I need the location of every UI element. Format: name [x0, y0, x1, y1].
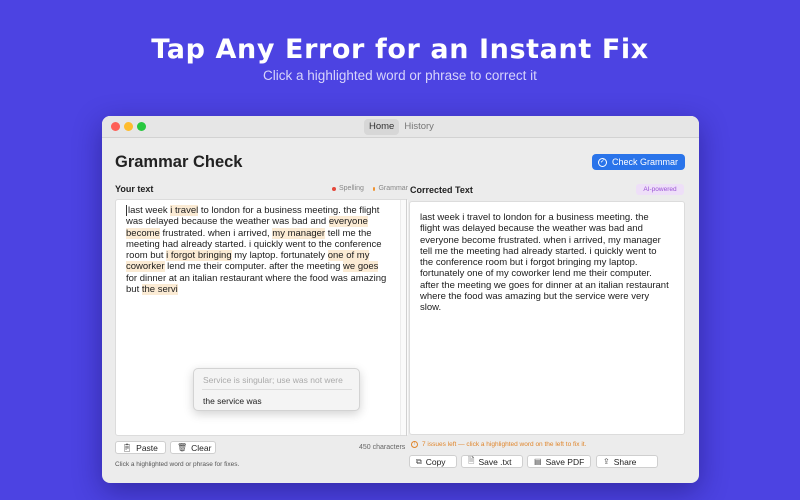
grammar-issue-highlight[interactable]: everyone	[328, 216, 368, 228]
text-caret	[126, 205, 127, 216]
input-line: room but i forgot bringing my laptop. fo…	[126, 250, 386, 262]
input-text-segment: but	[126, 284, 142, 296]
grammar-issue-highlight[interactable]: i travel	[170, 205, 199, 216]
grammar-issue-highlight[interactable]: we goes	[343, 261, 379, 273]
paste-button[interactable]: 📋︎ Paste	[115, 441, 166, 454]
input-text-segment: room but	[126, 250, 167, 262]
input-text-segment: lend me their computer. after the meetin…	[164, 261, 344, 273]
save-txt-button[interactable]: 🗎 Save .txt	[461, 455, 523, 468]
input-line: for dinner at an italian restaurant wher…	[126, 273, 386, 284]
legend-grammar: Grammar	[373, 185, 408, 192]
share-icon: ⇪	[603, 457, 610, 466]
corrected-line: where the food was amazing but the servi…	[420, 291, 650, 303]
input-line: was delayed because the weather was bad …	[126, 216, 386, 228]
input-text-segment: was delayed because the weather was bad …	[126, 216, 329, 228]
input-text-segment: to london for a business meeting. the fl…	[198, 205, 380, 216]
input-line: last week i travel to london for a busin…	[126, 205, 386, 216]
input-text-editor[interactable]: last week i travel to london for a busin…	[115, 199, 408, 436]
corrected-line: last week i travel to london for a busin…	[420, 212, 649, 223]
input-line: but the servi	[126, 284, 386, 296]
copy-icon: ⧉	[416, 456, 422, 466]
issues-status: ! 7 issues left — click a highlighted wo…	[411, 441, 586, 448]
corrected-line: the conference room but i forgot bringin…	[420, 257, 638, 269]
hero-title: Tap Any Error for an Instant Fix	[151, 34, 649, 65]
ai-powered-badge: AI-powered	[636, 184, 684, 195]
suggestion-item[interactable]: the service was	[203, 396, 262, 406]
minimize-window-button[interactable]	[124, 122, 133, 131]
clipboard-icon: 📋︎	[122, 443, 133, 452]
input-line: meeting had already started. i quickly w…	[126, 239, 386, 250]
corrected-line: fortunately one of my coworker lend me t…	[420, 268, 652, 280]
tab-history[interactable]: History	[399, 119, 439, 135]
grammar-issue-highlight[interactable]: the servi	[141, 284, 178, 296]
corrected-text-label: Corrected Text	[410, 185, 473, 195]
grammar-issue-highlight[interactable]: i forgot bringing	[166, 250, 232, 262]
title-bar: Home History	[102, 116, 699, 138]
corrected-text: last week i travel to london for a busin…	[420, 212, 669, 314]
suggestion-hint: Service is singular; use was not were	[203, 375, 343, 385]
zoom-window-button[interactable]	[137, 122, 146, 131]
input-text-segment: tell me the	[325, 227, 372, 239]
save-pdf-button[interactable]: ▤ Save PDF	[527, 455, 591, 468]
input-hint: Click a highlighted word or phrase for f…	[115, 461, 240, 468]
tab-home[interactable]: Home	[364, 119, 400, 135]
your-text-label: Your text	[115, 184, 154, 194]
checkmark-circle-icon: ✓	[598, 157, 607, 167]
grammar-issue-highlight[interactable]: my manager	[272, 227, 326, 239]
issues-text: 7 issues left — click a highlighted word…	[422, 441, 587, 448]
corrected-line: slow.	[420, 302, 442, 314]
trash-icon: 🗑︎	[177, 443, 188, 452]
check-grammar-button[interactable]: ✓ Check Grammar	[592, 154, 685, 170]
input-text-segment: my laptop. fortunately	[231, 250, 328, 262]
legend-grammar-label: Grammar	[378, 185, 408, 192]
paste-label: Paste	[136, 442, 158, 453]
close-window-button[interactable]	[111, 122, 120, 131]
input-line: coworker lend me their computer. after t…	[126, 261, 386, 273]
legend-spelling: Spelling	[332, 185, 364, 192]
corrected-text-panel: last week i travel to london for a busin…	[409, 201, 685, 435]
clear-button[interactable]: 🗑︎ Clear	[170, 441, 216, 454]
corrected-line: everyone become frustrated. when i arriv…	[420, 234, 661, 246]
corrected-line: flight was delayed because the weather w…	[420, 223, 643, 235]
popup-divider	[202, 389, 352, 390]
hero-subtitle: Click a highlighted word or phrase to co…	[263, 68, 537, 83]
character-count: 450 characters	[359, 444, 406, 451]
grammar-issue-highlight[interactable]: become	[126, 227, 160, 239]
grammar-dot-icon	[373, 186, 376, 191]
corrected-line: after the meeting we goes for dinner at …	[420, 279, 669, 291]
input-text-segment: for dinner at an italian restaurant wher…	[126, 272, 387, 284]
suggestion-popup: Service is singular; use was not were th…	[193, 368, 360, 411]
share-label: Share	[613, 456, 637, 467]
legend-spelling-label: Spelling	[339, 185, 364, 192]
corrected-line: tell me the meeting had already started.…	[420, 245, 657, 257]
copy-label: Copy	[425, 456, 446, 467]
input-text-segment: last week	[128, 205, 171, 216]
spelling-dot-icon	[332, 186, 336, 191]
save-txt-label: Save .txt	[478, 456, 512, 467]
clear-label: Clear	[191, 442, 212, 453]
copy-button[interactable]: ⧉ Copy	[409, 455, 457, 468]
grammar-issue-highlight[interactable]: coworker	[126, 261, 165, 273]
document-icon: 🗎	[468, 455, 475, 465]
tab-bar: Home History	[364, 119, 439, 135]
split-divider[interactable]	[406, 199, 407, 436]
input-text-segment: frustrated. when i arrived,	[159, 227, 273, 239]
save-pdf-label: Save PDF	[545, 456, 585, 467]
app-window: Home History Grammar Check ✓ Check Gramm…	[102, 116, 699, 483]
grammar-issue-highlight[interactable]: one of my	[327, 250, 370, 262]
pdf-icon: ▤	[534, 457, 542, 466]
warning-icon: !	[411, 441, 418, 448]
input-text-segment: meeting had already started. i quickly w…	[126, 238, 382, 250]
check-grammar-label: Check Grammar	[612, 157, 679, 167]
input-text[interactable]: last week i travel to london for a busin…	[126, 205, 386, 296]
page-title: Grammar Check	[115, 153, 243, 171]
input-line: become frustrated. when i arrived, my ma…	[126, 227, 386, 239]
share-button[interactable]: ⇪ Share	[596, 455, 658, 468]
